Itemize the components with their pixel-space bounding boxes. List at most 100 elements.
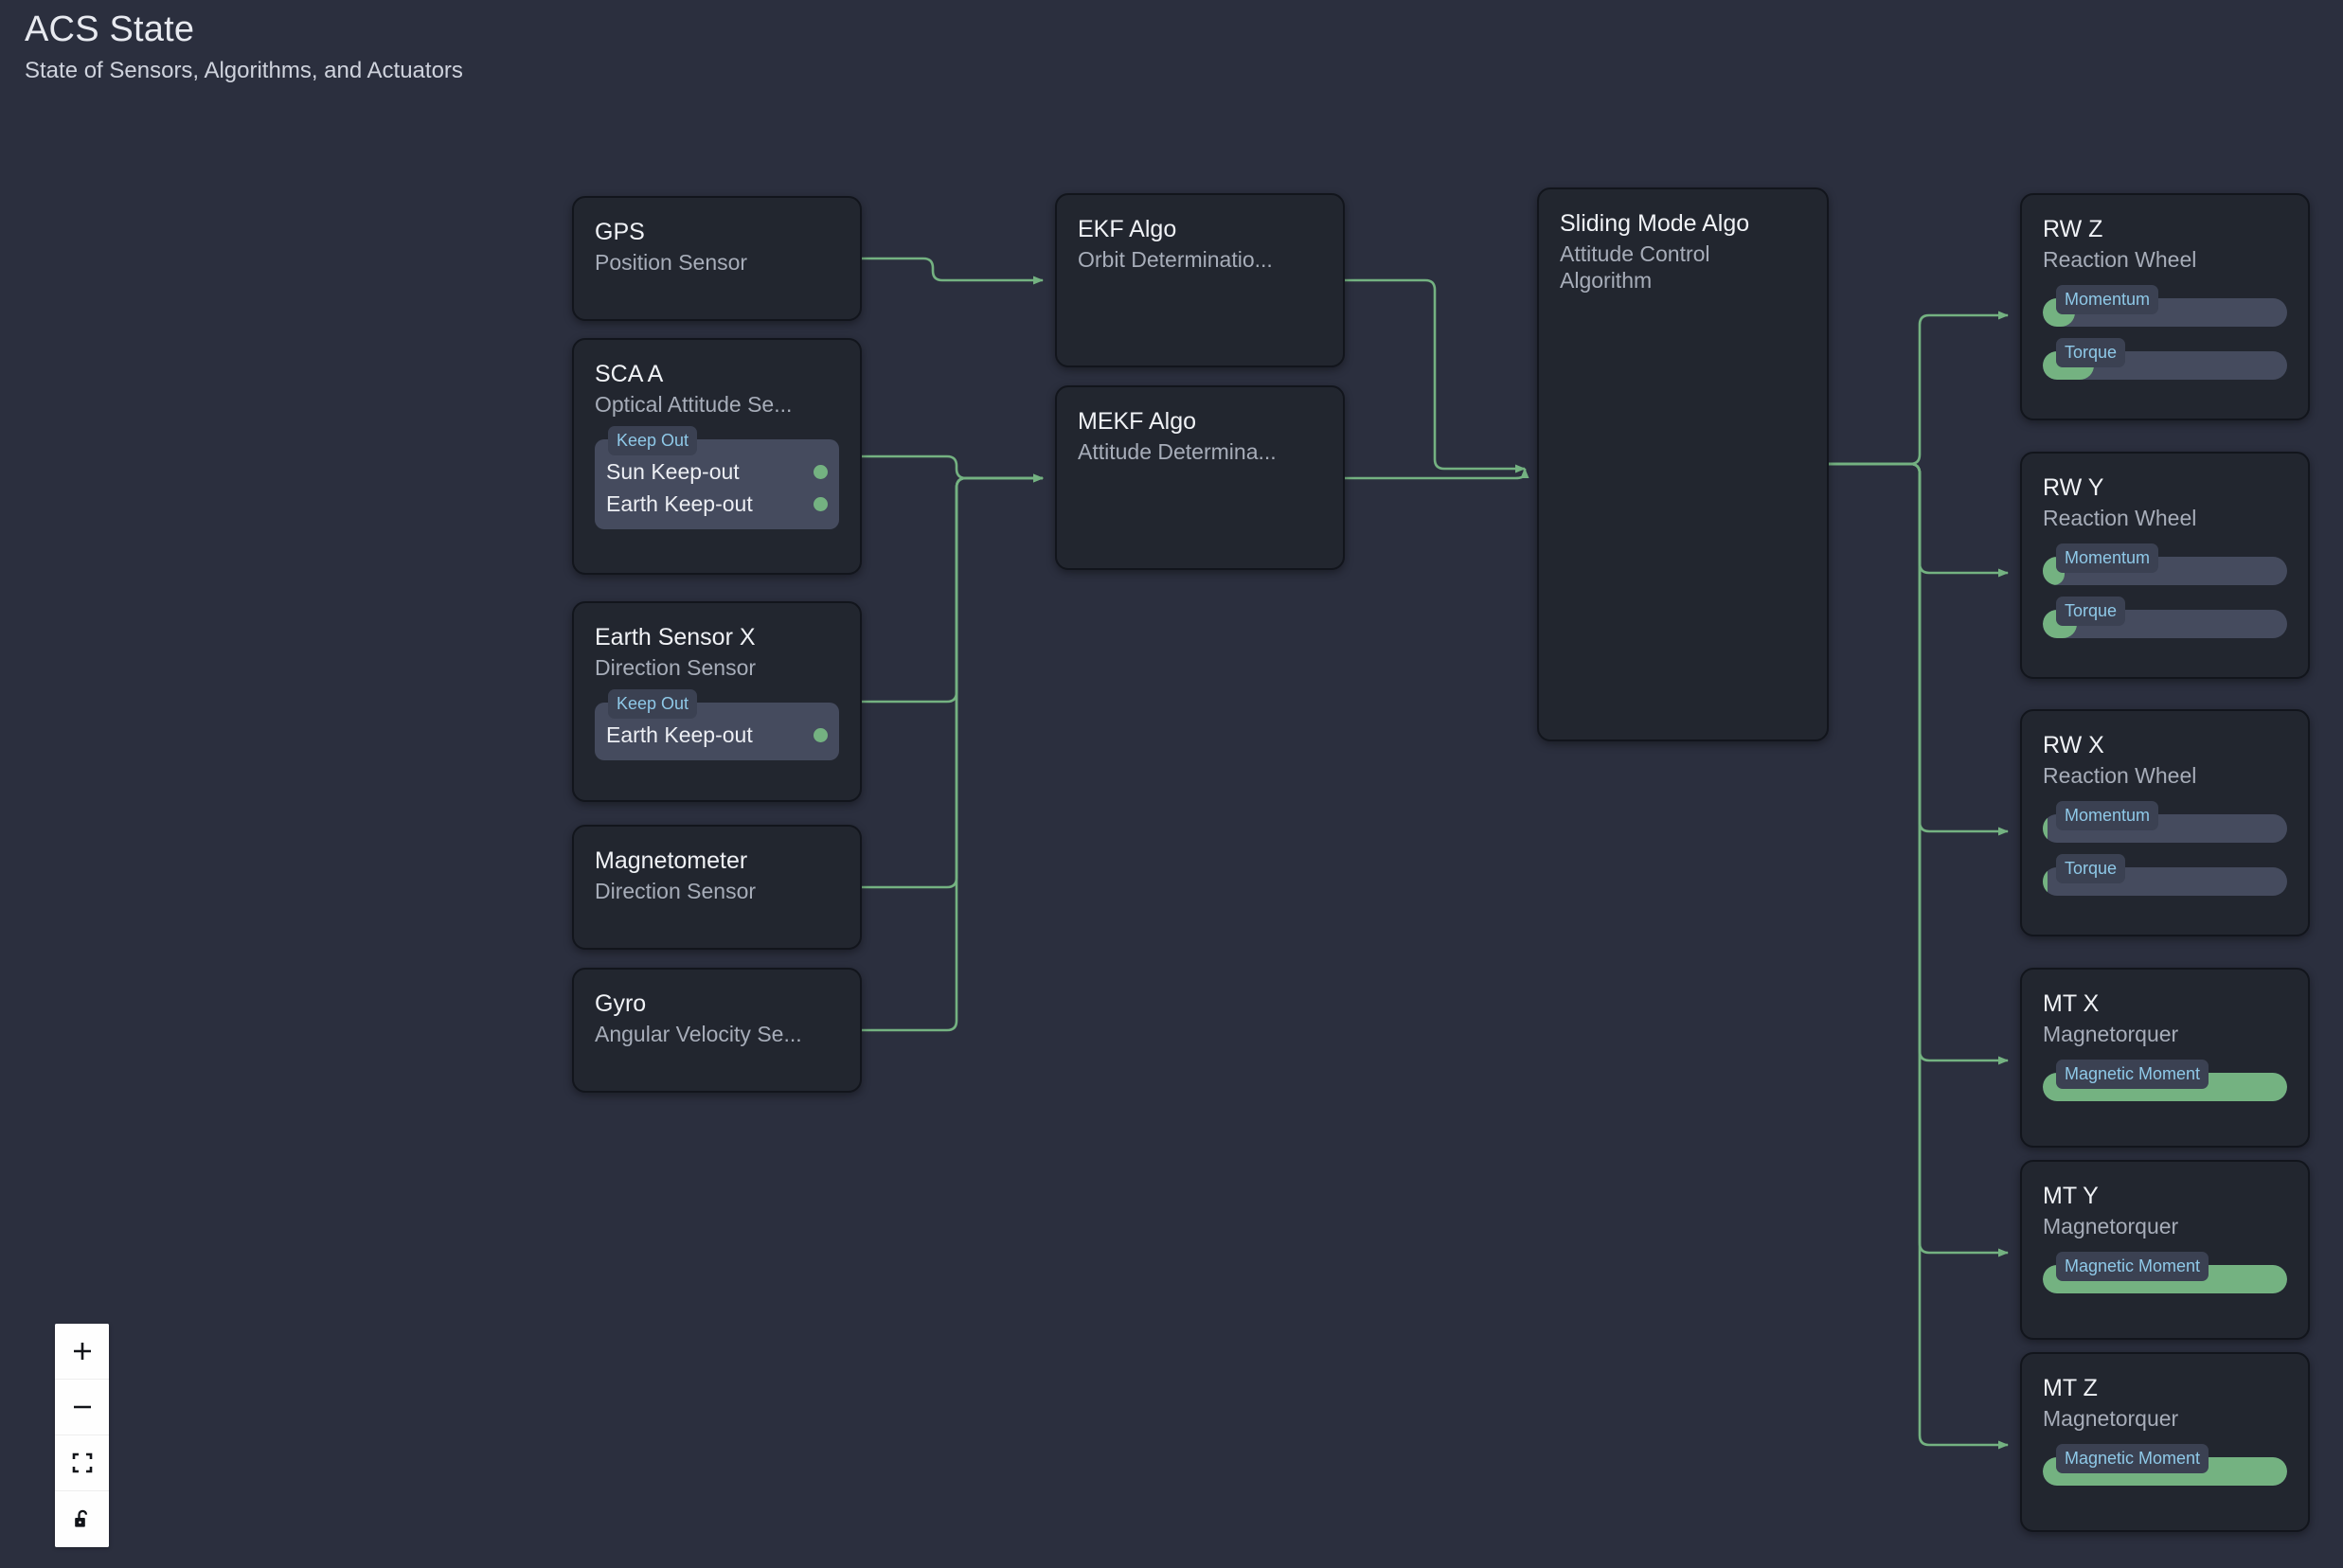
page-subtitle: State of Sensors, Algorithms, and Actuat… [25, 57, 463, 83]
flow-node-rw-x[interactable]: RW X Reaction Wheel Momentum Torque [2020, 709, 2310, 936]
fit-view-button[interactable] [55, 1435, 109, 1491]
metric-bar: Magnetic Moment [2043, 1251, 2287, 1293]
unlock-icon [71, 1508, 94, 1531]
flow-edge[interactable] [1829, 462, 2009, 1450]
node-subtitle: Magnetorquer [2043, 1406, 2179, 1431]
minus-icon [71, 1396, 94, 1418]
plus-icon [71, 1340, 94, 1363]
node-title: GPS [595, 219, 645, 245]
node-subtitle: Reaction Wheel [2043, 763, 2197, 788]
flow-edge[interactable] [862, 473, 1044, 1032]
group-badge: Keep Out [608, 425, 698, 455]
node-title: EKF Algo [1078, 216, 1177, 242]
node-title: RW X [2043, 732, 2104, 758]
flow-edge[interactable] [1829, 462, 2009, 1065]
group-row-label: Sun Keep-out [606, 459, 740, 485]
status-dot-icon [814, 497, 828, 512]
flow-node-mt-y[interactable]: MT Y Magnetorquer Magnetic Moment [2020, 1160, 2310, 1340]
metric-label-badge: Momentum [2056, 284, 2159, 314]
node-subtitle: Attitude Determina... [1078, 439, 1277, 464]
flow-node-ekf-algo[interactable]: EKF Algo Orbit Determinatio... [1055, 193, 1345, 367]
flow-node-earth-sensor-x[interactable]: Earth Sensor X Direction Sensor Keep Out Ea… [572, 601, 862, 802]
metric-bar: Momentum [2043, 800, 2287, 843]
metric-bar: Momentum [2043, 543, 2287, 585]
flow-edge[interactable] [1345, 278, 1526, 473]
group-row-label: Earth Keep-out [606, 491, 753, 517]
flow-controls[interactable] [55, 1324, 109, 1547]
flow-canvas[interactable]: ACS State State of Sensors, Algorithms, … [0, 0, 2343, 1568]
node-subtitle: Attitude Control Algorithm [1560, 241, 1710, 293]
flow-node-mt-x[interactable]: MT X Magnetorquer Magnetic Moment [2020, 968, 2310, 1148]
group-row[interactable]: Sun Keep-out [606, 456, 828, 489]
flow-edge[interactable] [1829, 462, 2009, 578]
metric-bar: Magnetic Moment [2043, 1059, 2287, 1101]
page-header: ACS State State of Sensors, Algorithms, … [25, 9, 463, 83]
metric-label-badge: Magnetic Moment [2056, 1059, 2209, 1089]
metric-bar: Torque [2043, 596, 2287, 638]
node-group-block: Keep Out Sun Keep-out Earth Keep-out [595, 425, 839, 529]
toggle-interactivity-button[interactable] [55, 1491, 109, 1547]
flow-node-rw-z[interactable]: RW Z Reaction Wheel Momentum Torque [2020, 193, 2310, 420]
node-title: MEKF Algo [1078, 408, 1197, 435]
node-title: Gyro [595, 990, 647, 1017]
group-rows: Sun Keep-out Earth Keep-out [606, 456, 828, 521]
node-subtitle: Angular Velocity Se... [595, 1022, 802, 1046]
metric-label-badge: Momentum [2056, 543, 2159, 573]
node-title: RW Y [2043, 474, 2104, 501]
flow-edge[interactable] [862, 473, 1044, 704]
node-title: RW Z [2043, 216, 2103, 242]
node-title: SCA A [595, 361, 664, 387]
metric-label-badge: Magnetic Moment [2056, 1443, 2209, 1473]
flow-node-mekf-algo[interactable]: MEKF Algo Attitude Determina... [1055, 385, 1345, 570]
metric-label-badge: Torque [2056, 337, 2126, 367]
node-subtitle: Position Sensor [595, 250, 748, 275]
node-subtitle: Magnetorquer [2043, 1214, 2179, 1238]
metric-fill [2043, 813, 2048, 843]
metric-bar: Torque [2043, 337, 2287, 380]
node-subtitle: Optical Attitude Se... [595, 392, 793, 417]
flow-node-sca-a[interactable]: SCA A Optical Attitude Se... Keep Out Sun K… [572, 338, 862, 575]
node-title: Sliding Mode Algo [1560, 210, 1750, 237]
flow-node-sliding-mode-algo[interactable]: Sliding Mode Algo Attitude Control Algori… [1537, 187, 1829, 741]
group-badge: Keep Out [608, 688, 698, 719]
flow-node-mt-z[interactable]: MT Z Magnetorquer Magnetic Moment [2020, 1352, 2310, 1532]
group-row[interactable]: Earth Keep-out [606, 720, 828, 752]
node-subtitle: Reaction Wheel [2043, 506, 2197, 530]
flow-edge[interactable] [862, 257, 1044, 285]
zoom-in-button[interactable] [55, 1324, 109, 1380]
flow-edge[interactable] [1829, 462, 2009, 836]
page-title: ACS State [25, 9, 195, 49]
flow-edge[interactable] [1345, 468, 1529, 480]
node-group-block: Keep Out Earth Keep-out [595, 688, 839, 760]
flow-edge[interactable] [1829, 311, 2009, 466]
flow-node-rw-y[interactable]: RW Y Reaction Wheel Momentum Torque [2020, 452, 2310, 679]
node-subtitle: Magnetorquer [2043, 1022, 2179, 1046]
node-title: MT X [2043, 990, 2100, 1017]
node-subtitle: Orbit Determinatio... [1078, 247, 1273, 272]
node-title: Magnetometer [595, 847, 748, 874]
metric-bar: Torque [2043, 853, 2287, 896]
metric-label-badge: Torque [2056, 853, 2126, 883]
metric-bar: Magnetic Moment [2043, 1443, 2287, 1486]
flow-edge[interactable] [1829, 462, 2009, 1257]
node-title: MT Y [2043, 1183, 2099, 1209]
group-rows: Earth Keep-out [606, 720, 828, 752]
flow-node-gyro[interactable]: Gyro Angular Velocity Se... [572, 968, 862, 1093]
node-subtitle: Reaction Wheel [2043, 247, 2197, 272]
node-title: Earth Sensor X [595, 624, 756, 650]
flow-node-gps[interactable]: GPS Position Sensor [572, 196, 862, 321]
status-dot-icon [814, 465, 828, 480]
status-dot-icon [814, 728, 828, 743]
metric-bar: Momentum [2043, 284, 2287, 327]
group-row[interactable]: Earth Keep-out [606, 489, 828, 521]
metric-label-badge: Momentum [2056, 800, 2159, 830]
node-title: MT Z [2043, 1375, 2098, 1401]
flow-edge[interactable] [862, 473, 1044, 889]
flow-node-magnetometer[interactable]: Magnetometer Direction Sensor [572, 825, 862, 950]
fit-view-icon [71, 1452, 94, 1474]
flow-edge[interactable] [862, 454, 1044, 483]
zoom-out-button[interactable] [55, 1380, 109, 1435]
group-row-label: Earth Keep-out [606, 722, 753, 748]
metric-fill [2043, 866, 2048, 896]
metric-label-badge: Magnetic Moment [2056, 1251, 2209, 1281]
